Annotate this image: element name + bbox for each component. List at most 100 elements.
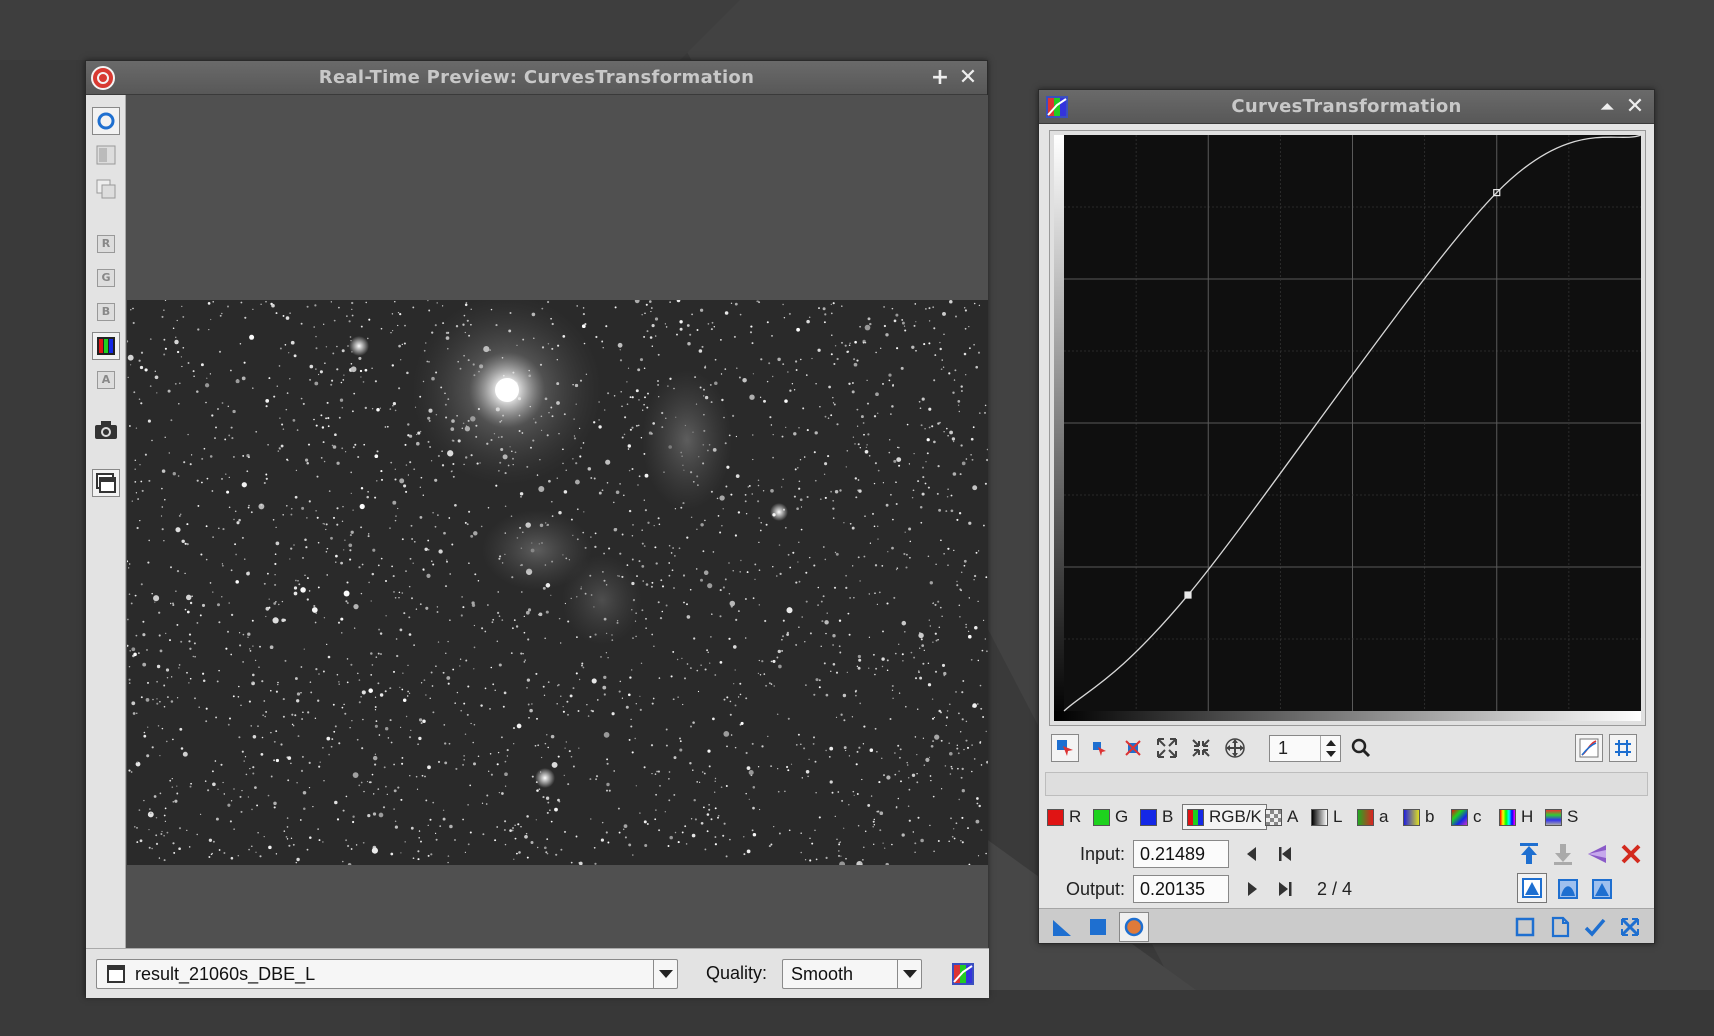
channel-a-button[interactable]: A (1265, 804, 1298, 830)
real-time-preview-button[interactable] (1119, 912, 1149, 942)
script-icon[interactable] (1549, 916, 1571, 938)
maximize-output-icon[interactable] (1517, 842, 1541, 866)
preview-titlebar[interactable]: Real-Time Preview: CurvesTransformation … (86, 61, 987, 95)
zoom-reset-button[interactable] (1347, 734, 1375, 762)
channel-b-button[interactable]: B (1140, 804, 1173, 830)
quality-select[interactable]: Smooth (782, 959, 922, 989)
channel-s-button[interactable]: S (1545, 804, 1578, 830)
expand-icon (1157, 738, 1177, 758)
process-control-bar (1039, 908, 1654, 943)
minimize-output-icon[interactable] (1551, 842, 1575, 866)
reset-instance-icon[interactable] (1619, 916, 1641, 938)
browse-docs-icon[interactable] (1514, 916, 1536, 938)
channel-label: G (1115, 807, 1129, 826)
plus-icon[interactable]: + (927, 65, 953, 91)
apply-check-icon[interactable] (1584, 916, 1606, 938)
prev-point-icon[interactable] (1242, 844, 1262, 864)
channel-swatch-icon (1140, 808, 1157, 826)
astro-image[interactable] (127, 300, 988, 865)
channel-a-button[interactable]: a (1357, 804, 1388, 830)
channel-r-icon: R (97, 235, 115, 253)
channel-swatch-icon (1187, 808, 1204, 826)
windows-icon (96, 179, 116, 199)
channel-g-button[interactable]: G (92, 264, 120, 292)
curves-toolbar: 1 (1045, 732, 1648, 768)
channel-swatch-icon (1311, 808, 1328, 826)
close-icon[interactable]: ✕ (955, 65, 981, 91)
channel-swatch-icon (1265, 808, 1282, 826)
channel-g-button[interactable]: G (1093, 804, 1128, 830)
channel-rgb-button[interactable] (92, 332, 120, 360)
curves-window: CurvesTransformation ⏶ ✕ 1 R G B RGB/K A… (1038, 89, 1655, 944)
image-selector[interactable]: result_21060s_DBE_L (96, 959, 678, 989)
shade-icon[interactable]: ⏶ (1594, 94, 1620, 120)
channel-label: H (1521, 807, 1534, 826)
output-row: Output: 0.20135 2 / 4 (1047, 873, 1652, 905)
zoom-in-button[interactable] (1153, 734, 1181, 762)
output-field[interactable]: 0.20135 (1133, 875, 1229, 903)
output-label: Output: (1065, 879, 1125, 899)
preview-bottom-bar: result_21060s_DBE_L Quality: Smooth (86, 948, 989, 998)
curve-editor[interactable] (1054, 135, 1641, 721)
interp-akima-button[interactable] (1517, 873, 1547, 903)
channel-swatch-icon (1093, 808, 1110, 826)
select-points-button[interactable] (1085, 734, 1113, 762)
edit-points-button[interactable] (1051, 734, 1079, 762)
chevron-down-icon[interactable] (897, 960, 921, 988)
new-window-button[interactable] (92, 469, 120, 497)
input-field[interactable]: 0.21489 (1133, 840, 1229, 868)
compare-button[interactable] (92, 175, 120, 203)
magnifier-icon (1351, 738, 1371, 758)
channel-r-button[interactable]: R (92, 230, 120, 258)
pan-button[interactable] (1221, 734, 1249, 762)
interp-linear-icon[interactable] (1588, 875, 1616, 903)
channel-swatch-icon (1545, 808, 1562, 826)
channel-rgb-k-button[interactable]: RGB/K (1182, 804, 1267, 830)
process-icon[interactable] (951, 962, 975, 986)
close-icon[interactable]: ✕ (1622, 94, 1648, 120)
interp-cubic-icon[interactable] (1554, 875, 1582, 903)
channel-a-icon: A (97, 371, 115, 389)
curves-titlebar[interactable]: CurvesTransformation ⏶ ✕ (1039, 90, 1654, 124)
starfield-image (127, 300, 988, 865)
track-view-button[interactable] (92, 107, 120, 135)
spin-arrows-icon[interactable] (1320, 736, 1340, 761)
channel-label: b (1425, 807, 1435, 826)
input-row: Input: 0.21489 (1047, 840, 1652, 870)
curve-point-selected[interactable] (1184, 591, 1192, 599)
preview-viewport[interactable] (127, 95, 988, 948)
new-instance-icon[interactable] (1051, 916, 1073, 938)
next-point-icon[interactable] (1242, 879, 1262, 899)
channel-r-button[interactable]: R (1047, 804, 1081, 830)
preview-icon (96, 145, 116, 165)
channel-b-button[interactable]: B (92, 298, 120, 326)
first-point-icon[interactable] (1275, 844, 1295, 864)
select-point-icon (1093, 742, 1106, 756)
curves-overlay-icon (1579, 738, 1599, 758)
show-all-curves-button[interactable] (1575, 734, 1603, 762)
channel-swatch-icon (1499, 808, 1516, 826)
delete-points-button[interactable] (1119, 734, 1147, 762)
curve-editor-frame (1049, 130, 1646, 726)
channel-label: S (1567, 807, 1579, 826)
zoom-out-button[interactable] (1187, 734, 1215, 762)
chevron-down-icon[interactable] (653, 960, 677, 988)
snapshot-button[interactable] (92, 416, 120, 444)
quality-label: Quality: (706, 963, 768, 983)
input-gradient-bar (1054, 711, 1641, 721)
channel-c-button[interactable]: c (1451, 804, 1482, 830)
zoom-value: 1 (1278, 738, 1289, 758)
apply-global-icon[interactable] (1087, 916, 1109, 938)
reverse-curve-icon[interactable] (1585, 842, 1609, 866)
reset-curve-icon[interactable] (1619, 842, 1643, 866)
last-point-icon[interactable] (1275, 879, 1295, 899)
channel-a-button[interactable]: A (92, 366, 120, 394)
channel-label: L (1333, 807, 1343, 826)
channel-b-button[interactable]: b (1403, 804, 1434, 830)
show-grid-button[interactable] (1609, 734, 1637, 762)
channel-l-button[interactable]: L (1311, 804, 1342, 830)
zoom-spinbox[interactable]: 1 (1269, 735, 1341, 762)
preview-side-toolbar: R G B A (86, 95, 126, 948)
show-preview-button[interactable] (92, 141, 120, 169)
channel-h-button[interactable]: H (1499, 804, 1533, 830)
